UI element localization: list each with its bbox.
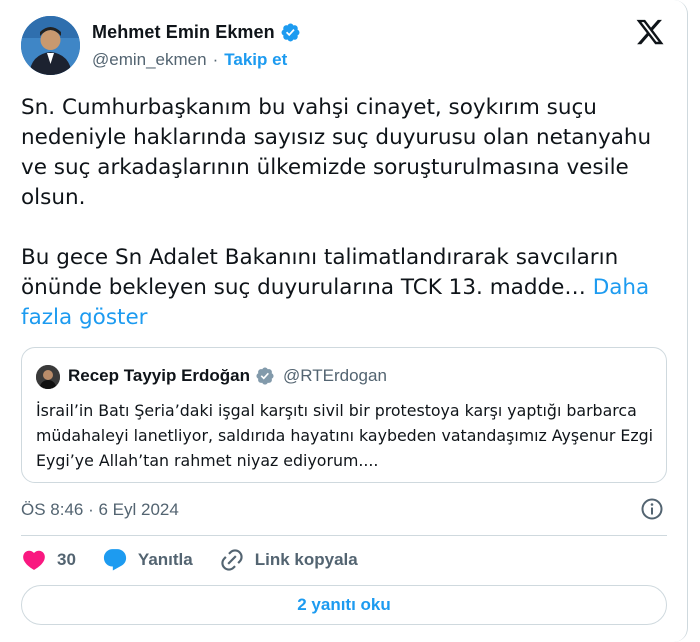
quoted-author-name: Recep Tayyip Erdoğan [68, 366, 251, 385]
reply-label: Yanıtla [137, 550, 193, 569]
divider [21, 535, 667, 536]
like-button[interactable]: 30 [21, 547, 76, 573]
verified-badge-icon [280, 22, 301, 43]
x-logo-icon[interactable] [635, 17, 665, 47]
like-count: 30 [57, 550, 76, 569]
reply-button[interactable]: Yanıtla [102, 547, 193, 573]
author-name-row: Mehmet Emin Ekmen [92, 22, 301, 43]
follow-button[interactable]: Takip et [224, 50, 287, 70]
quoted-tweet[interactable]: Recep Tayyip Erdoğan @RTErdogan İsrail’i… [21, 347, 667, 483]
copy-link-button[interactable]: Link kopyala [219, 547, 358, 573]
link-icon [221, 549, 243, 571]
author-name[interactable]: Mehmet Emin Ekmen [92, 22, 275, 43]
heart-icon [23, 550, 45, 570]
separator-dot: · [212, 50, 219, 69]
quoted-author-handle: @RTErdogan [283, 366, 387, 385]
reply-bubble-icon [103, 549, 127, 571]
quoted-text: İsrail’in Batı Şeria’daki işgal karşıtı … [36, 401, 654, 470]
read-replies-button[interactable]: 2 yanıtı oku [21, 585, 667, 625]
action-bar: 30 Yanıtla Link kopyala [21, 546, 384, 574]
tweet-paragraph-2: Bu gece Sn Adalet Bakanını talimatlandır… [21, 245, 626, 300]
tweet-card: Mehmet Emin Ekmen @emin_ekmen · Takip et… [0, 0, 688, 642]
government-badge-icon [255, 366, 275, 386]
author-avatar[interactable] [21, 16, 80, 75]
info-icon[interactable] [640, 497, 664, 521]
tweet-timestamp[interactable]: ÖS 8:46 · 6 Eyl 2024 [21, 500, 179, 520]
tweet-paragraph-1: Sn. Cumhurbaşkanım bu vahşi cinayet, soy… [21, 95, 659, 210]
author-handle-row: @emin_ekmen · Takip et [92, 50, 287, 70]
copy-link-label: Link kopyala [254, 550, 358, 569]
quoted-header: Recep Tayyip Erdoğan @RTErdogan [68, 366, 387, 386]
author-handle[interactable]: @emin_ekmen [92, 50, 207, 70]
tweet-text: Sn. Cumhurbaşkanım bu vahşi cinayet, soy… [21, 93, 671, 333]
quoted-author-avatar [36, 365, 60, 389]
